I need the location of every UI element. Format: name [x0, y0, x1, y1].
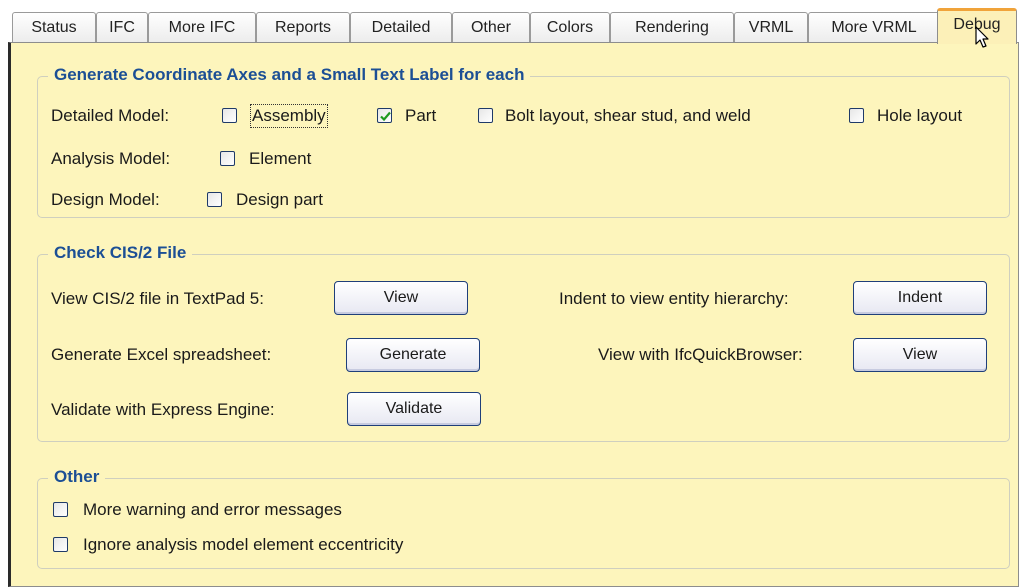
part-checkbox[interactable]	[377, 108, 392, 123]
tab-ifc[interactable]: IFC	[96, 12, 148, 42]
indent-label: Indent to view entity hierarchy:	[559, 289, 789, 308]
tab-other[interactable]: Other	[452, 12, 530, 42]
view-textpad-button[interactable]: View	[334, 281, 468, 315]
tab-strip: Status IFC More IFC Reports Detailed Oth…	[0, 0, 1023, 44]
validate-label: Validate with Express Engine:	[51, 400, 275, 419]
tab-more-ifc[interactable]: More IFC	[148, 12, 256, 42]
element-checkbox[interactable]	[220, 151, 235, 166]
design-part-label: Design part	[236, 190, 323, 209]
part-label: Part	[405, 106, 437, 125]
bolt-layout-checkbox[interactable]	[478, 108, 493, 123]
excel-label: Generate Excel spreadsheet:	[51, 345, 272, 364]
assembly-checkbox[interactable]	[222, 108, 237, 123]
assembly-label: Assembly	[250, 104, 328, 128]
bolt-layout-label: Bolt layout, shear stud, and weld	[505, 106, 751, 125]
other-group: Other More warning and error messages Ig…	[37, 467, 1010, 569]
detailed-model-label: Detailed Model:	[51, 106, 170, 125]
tab-reports[interactable]: Reports	[256, 12, 350, 42]
analysis-model-label: Analysis Model:	[51, 149, 171, 168]
other-title: Other	[48, 467, 106, 487]
view-textpad-label: View CIS/2 file in TextPad 5:	[51, 289, 264, 308]
tab-status[interactable]: Status	[12, 12, 96, 42]
tab-detailed[interactable]: Detailed	[350, 12, 452, 42]
indent-button[interactable]: Indent	[853, 281, 987, 315]
quickbrowser-view-button[interactable]: View	[853, 338, 987, 372]
generate-excel-button[interactable]: Generate	[346, 338, 480, 372]
coordinate-axes-title: Generate Coordinate Axes and a Small Tex…	[48, 65, 531, 85]
tab-colors[interactable]: Colors	[530, 12, 610, 42]
hole-layout-checkbox[interactable]	[849, 108, 864, 123]
element-label: Element	[249, 149, 312, 168]
quickbrowser-label: View with IfcQuickBrowser:	[598, 345, 803, 364]
ignore-eccentricity-checkbox[interactable]	[53, 537, 68, 552]
design-part-checkbox[interactable]	[207, 192, 222, 207]
tab-more-vrml[interactable]: More VRML	[808, 12, 940, 42]
validate-button[interactable]: Validate	[347, 392, 481, 426]
hole-layout-label: Hole layout	[877, 106, 963, 125]
debug-panel: Generate Coordinate Axes and a Small Tex…	[8, 42, 1019, 587]
more-warnings-checkbox[interactable]	[53, 502, 68, 517]
check-file-title: Check CIS/2 File	[48, 243, 193, 263]
arrow-pointer-icon	[975, 26, 991, 55]
check-file-group: Check CIS/2 File View CIS/2 file in Text…	[37, 243, 1010, 442]
tab-vrml[interactable]: VRML	[734, 12, 808, 42]
checkmark-icon	[380, 111, 391, 122]
design-model-label: Design Model:	[51, 190, 160, 209]
tab-rendering[interactable]: Rendering	[610, 12, 734, 42]
ignore-eccentricity-label: Ignore analysis model element eccentrici…	[83, 535, 404, 554]
coordinate-axes-group: Generate Coordinate Axes and a Small Tex…	[37, 65, 1010, 218]
more-warnings-label: More warning and error messages	[83, 500, 342, 519]
